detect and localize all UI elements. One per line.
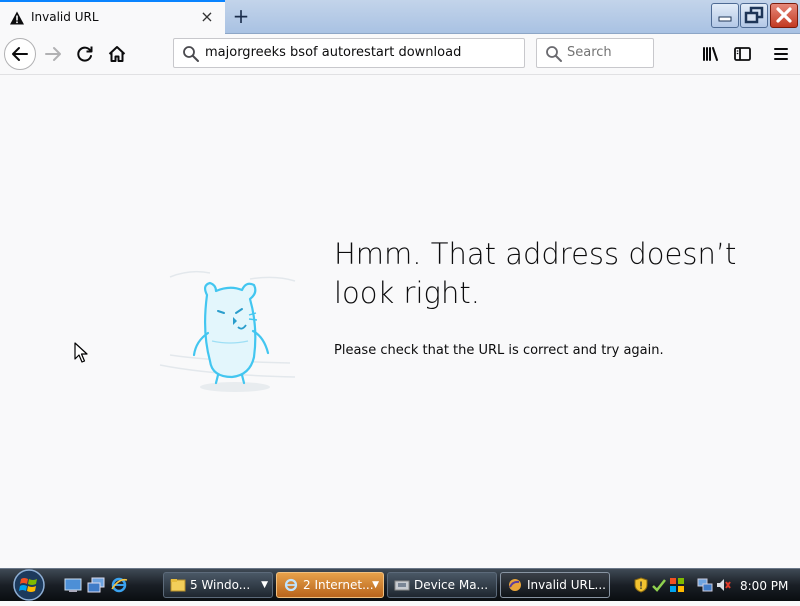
task-label: Device Ma...: [414, 578, 489, 592]
page-content: Hmm. That address doesn’t look right. Pl…: [0, 75, 800, 568]
tab-invalid-url[interactable]: Invalid URL ×: [0, 0, 225, 34]
reload-icon: [77, 46, 93, 62]
new-tab-button[interactable]: +: [229, 5, 253, 27]
security-center-icon[interactable]: [669, 577, 685, 593]
ie-icon: [283, 577, 299, 593]
url-input[interactable]: [205, 39, 515, 67]
title-bar: Invalid URL × +: [0, 0, 800, 34]
windows-start-icon: [13, 569, 45, 601]
search-bar[interactable]: [536, 38, 654, 68]
minimize-icon: [718, 16, 732, 22]
shield-icon[interactable]: [633, 577, 649, 593]
error-illustration: [150, 257, 300, 401]
navigation-toolbar: [0, 34, 800, 75]
search-input[interactable]: [567, 39, 649, 67]
sidebar-icon: [734, 47, 751, 61]
taskbar-button-device-manager[interactable]: Device Ma...: [387, 572, 497, 598]
menu-button[interactable]: [766, 39, 796, 69]
internet-explorer-icon[interactable]: [110, 576, 128, 594]
warning-icon: [9, 10, 25, 26]
reload-button[interactable]: [70, 39, 100, 69]
device-manager-icon: [394, 577, 410, 593]
home-button[interactable]: [102, 39, 132, 69]
system-tray: 8:00 PM: [627, 571, 800, 599]
task-label: Invalid URL...: [527, 578, 606, 592]
search-icon: [545, 45, 563, 67]
taskbar-button-internet[interactable]: 2 Internet... ▼: [276, 572, 384, 598]
sidebar-button[interactable]: [727, 39, 757, 69]
close-icon: [776, 7, 792, 23]
back-button[interactable]: [4, 38, 36, 70]
url-bar[interactable]: [173, 38, 525, 68]
task-label: 5 Windo...: [190, 578, 251, 592]
folder-icon: [170, 577, 186, 593]
volume-muted-icon[interactable]: [715, 577, 731, 593]
dropdown-arrow-icon: ▼: [261, 580, 268, 590]
start-button[interactable]: [8, 568, 50, 602]
system-clock[interactable]: 8:00 PM: [740, 579, 788, 593]
library-icon: [703, 47, 718, 61]
library-button[interactable]: [696, 39, 726, 69]
forward-arrow-icon: [45, 47, 61, 61]
error-description: Please check that the URL is correct and…: [334, 343, 664, 358]
search-icon: [182, 45, 200, 67]
minimize-button[interactable]: [711, 3, 739, 28]
task-label: 2 Internet...: [303, 578, 374, 592]
taskbar-button-invalid-url[interactable]: Invalid URL...: [500, 572, 610, 598]
restore-icon: [744, 6, 764, 24]
restore-button[interactable]: [740, 3, 768, 28]
firefox-icon: [507, 577, 523, 593]
taskbar-button-windows[interactable]: 5 Windo... ▼: [163, 572, 273, 598]
mouse-cursor-icon: [74, 342, 90, 368]
tab-close-icon[interactable]: ×: [199, 9, 215, 25]
home-icon: [108, 46, 126, 62]
forward-button[interactable]: [38, 39, 68, 69]
switch-windows-icon[interactable]: [87, 576, 105, 594]
tab-title: Invalid URL: [31, 10, 99, 24]
windows-taskbar: 5 Windo... ▼ 2 Internet... ▼ Device Ma..…: [0, 568, 800, 601]
back-arrow-icon: [12, 47, 28, 61]
hamburger-menu-icon: [774, 48, 788, 60]
network-icon[interactable]: [697, 577, 713, 593]
close-window-button[interactable]: [770, 3, 798, 28]
show-desktop-icon[interactable]: [64, 576, 82, 594]
dropdown-arrow-icon: ▼: [372, 580, 379, 590]
error-title: Hmm. That address doesn’t look right.: [334, 237, 737, 310]
update-icon[interactable]: [651, 577, 667, 593]
